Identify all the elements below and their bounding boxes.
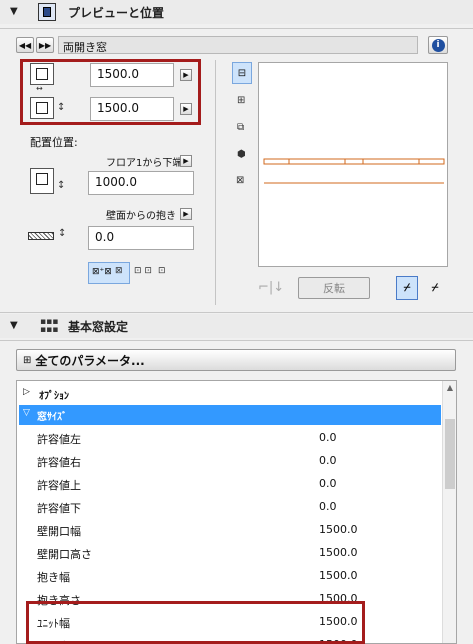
height-menu-button[interactable]: ▶ [180,103,192,115]
basic-section-title: 基本窓設定 [68,320,129,334]
table-row[interactable]: 許容値左 0.0 [21,427,441,449]
basic-section-header[interactable]: ▼ ▪▪▪ ▪▪▪ 基本窓設定 [0,314,473,338]
unit-size-highlight-box [26,601,365,644]
row-value[interactable]: 1500.0 [319,523,358,536]
row-value[interactable]: 0.0 [319,431,337,444]
height-arrows-icon: ↕ [57,102,66,113]
window-settings-icon [38,3,56,21]
group-row-selected[interactable]: ▽ 窓ｻｲｽﾞ [19,405,441,425]
mirror-icon: ⌿ [403,281,411,294]
settings-list-icon: ▪▪▪ ▪▪▪ [40,317,59,335]
row-value[interactable]: 0.0 [319,477,337,490]
width-icon [30,63,54,85]
all-parameters-button[interactable]: ⊞ 全てのパラメータ... [16,349,456,371]
scrollbar-thumb[interactable] [445,419,455,489]
wall-offset-input[interactable]: 0.0 [88,226,194,250]
wall-arrows-icon: ↕ [58,228,67,239]
all-parameters-label: 全てのパラメータ... [35,353,145,368]
collapse-triangle-icon[interactable]: ▽ [23,408,30,418]
anchor-icon: ⊠⁺⊠ [92,267,112,277]
parameters-icon: ⊞ [23,354,32,366]
vertical-divider [215,60,216,305]
row-label: 壁開口高さ [37,548,92,561]
floor-offset-input[interactable]: 1000.0 [88,171,194,195]
info-icon: i [431,38,445,52]
plan-view-button[interactable]: ⊟ [232,62,252,84]
preview-section-title: プレビューと位置 [68,6,165,20]
table-row[interactable]: 壁開口高さ 1500.0 [21,542,441,564]
scroll-up-icon[interactable]: ▲ [443,383,456,392]
width-arrows-icon: ↔ [36,84,43,93]
mirror-icon: ⌿ [431,281,439,294]
wall-label: 壁面からの抱き [106,211,176,222]
row-label: 許容値左 [37,433,81,446]
3d-view-icon[interactable]: ⬢ [237,149,246,160]
floor-menu-button[interactable]: ▶ [180,155,192,167]
sill-arrows-icon: ↕ [57,180,66,191]
previous-button[interactable]: ◀◀ [16,37,34,53]
side-view-icon[interactable]: ⊠ [236,175,244,186]
anchor-side-icon[interactable]: ⊠ [115,266,123,276]
row-value[interactable]: 0.0 [319,454,337,467]
collapse-triangle-icon[interactable]: ▼ [10,6,18,17]
group-label: 窓ｻｲｽﾞ [37,412,67,423]
width-input[interactable]: 1500.0 [90,63,174,87]
flip-symbol-icon: ⌐|↓ [258,280,285,295]
divider [0,340,473,341]
row-value[interactable]: 1500.0 [319,546,358,559]
info-button[interactable]: i [428,36,448,54]
table-row[interactable]: 壁開口幅 1500.0 [21,519,441,541]
height-icon [30,97,54,119]
row-label: 抱き幅 [37,571,70,584]
preview-section-header[interactable]: ▼ プレビューと位置 [0,0,473,24]
row-value[interactable]: 1500.0 [319,569,358,582]
anchor-edge-icon[interactable]: ⊡ [158,266,166,276]
object-name-field: 両開き窓 [58,36,418,54]
table-row[interactable]: 許容値上 0.0 [21,473,441,495]
sill-height-icon [30,168,54,194]
elevation-view-icon[interactable]: ⊞ [237,95,245,106]
wall-reveal-icon [28,228,58,244]
anchor-center-button[interactable]: ⊠⁺⊠ [88,262,130,284]
divider [0,312,473,313]
options-row[interactable]: ▷ ｵﾌﾟｼｮﾝ [21,385,441,403]
table-row[interactable]: 抱き幅 1500.0 [21,565,441,587]
plan-view-icon: ⊟ [237,67,247,79]
height-input[interactable]: 1500.0 [90,97,174,121]
next-button[interactable]: ▶▶ [36,37,54,53]
floor-label: フロア1から下端 [106,158,183,169]
width-menu-button[interactable]: ▶ [180,69,192,81]
mirror-button-1[interactable]: ⌿ [396,276,418,300]
expand-triangle-icon[interactable]: ▷ [23,387,30,397]
collapse-triangle-icon[interactable]: ▼ [10,320,18,331]
row-value[interactable]: 0.0 [319,500,337,513]
table-row[interactable]: 許容値下 0.0 [21,496,441,518]
wall-menu-button[interactable]: ▶ [180,208,192,220]
row-label: 壁開口幅 [37,525,81,538]
placement-label: 配置位置: [30,136,78,149]
flip-button[interactable]: 反転 [298,277,370,299]
divider [0,28,473,29]
preview-canvas [258,62,448,267]
anchor-both-icon[interactable]: ⊡ ⊡ [134,266,152,276]
row-label: 許容値上 [37,479,81,492]
scrollbar[interactable]: ▲ [442,381,456,643]
table-row[interactable]: 許容値右 0.0 [21,450,441,472]
row-label: 許容値右 [37,456,81,469]
window-frame-line [263,158,445,165]
section-view-icon[interactable]: ⧉ [237,122,244,133]
mirror-button-2[interactable]: ⌿ [424,276,446,300]
options-label: ｵﾌﾟｼｮﾝ [39,391,69,402]
row-label: 許容値下 [37,502,81,515]
